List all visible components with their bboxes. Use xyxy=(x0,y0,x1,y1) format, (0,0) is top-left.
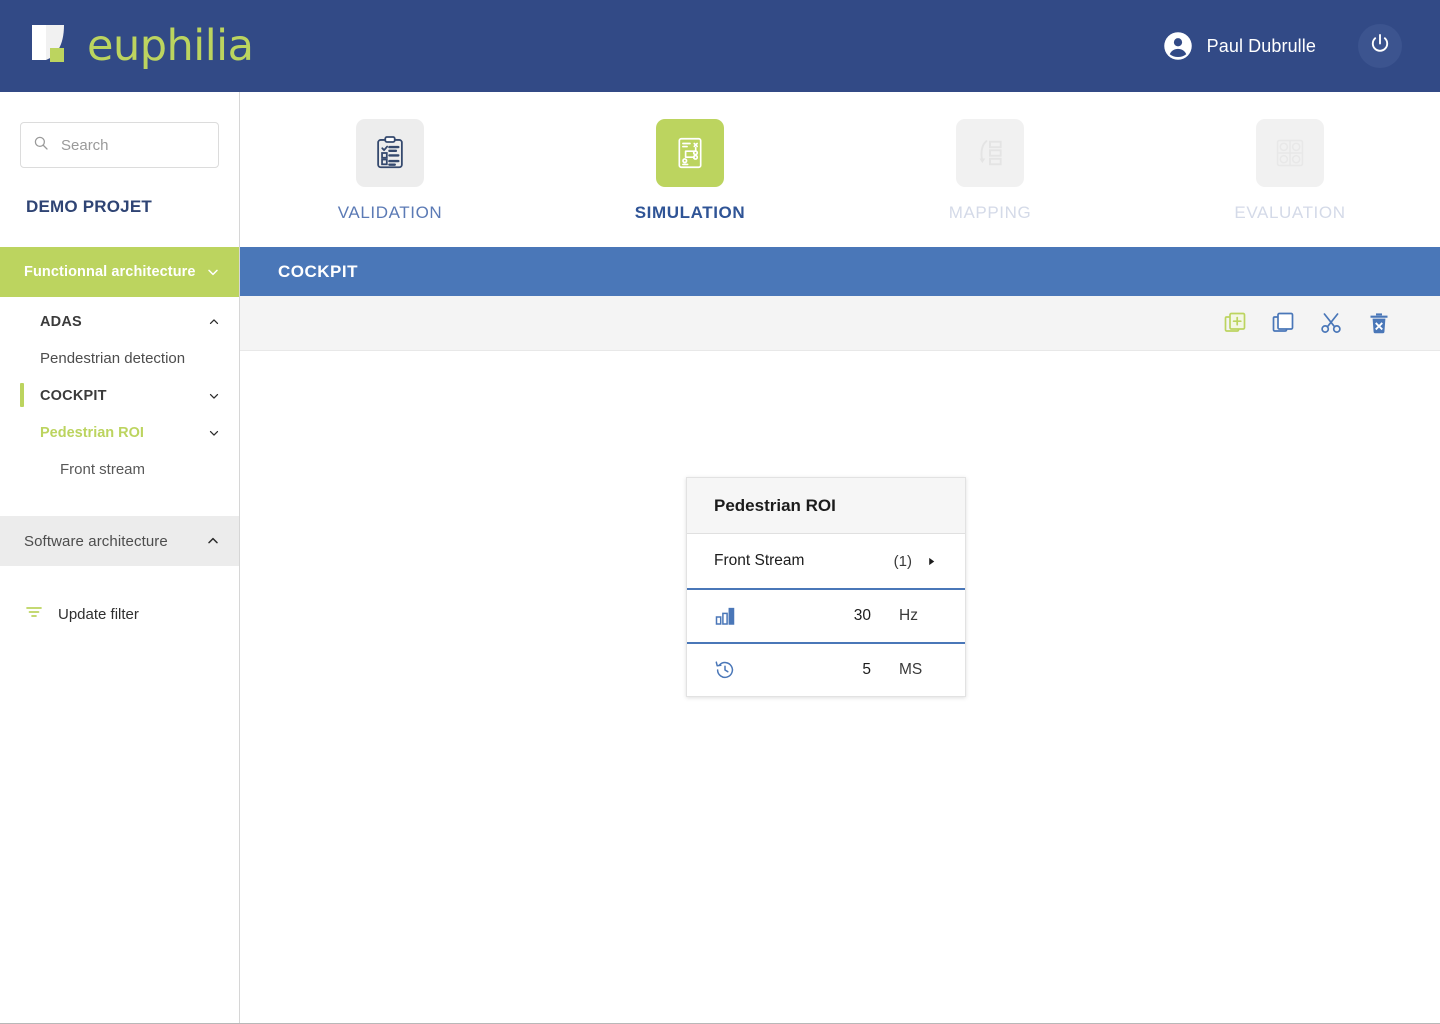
tree-item-label: Front stream xyxy=(60,461,146,478)
mapping-arrow-list-icon xyxy=(956,119,1024,187)
chevron-down-icon[interactable] xyxy=(207,426,221,440)
filter-icon xyxy=(24,602,44,627)
diagram-canvas[interactable]: Pedestrian ROI Front Stream (1) 30 Hz 5 … xyxy=(240,351,1440,1023)
tab-simulation[interactable]: SIMULATION xyxy=(540,119,840,223)
cut-icon[interactable] xyxy=(1318,310,1344,336)
sidebar-tree: ADAS Pendestrian detection COCKPIT Pedes… xyxy=(0,297,239,488)
history-clock-icon xyxy=(714,659,736,681)
flowchart-document-icon xyxy=(656,119,724,187)
main-area: VALIDATION SIMULATION MAPPING EVALUATION… xyxy=(240,92,1440,1023)
tree-item-label: Pedestrian ROI xyxy=(40,424,144,441)
card-row-frequency[interactable]: 30 Hz xyxy=(687,588,965,642)
copy-icon[interactable] xyxy=(1270,310,1296,336)
stream-count: (1) xyxy=(893,552,912,570)
body-row: DEMO PROJET Functionnal architecture ADA… xyxy=(0,92,1440,1023)
tab-label: SIMULATION xyxy=(634,203,746,222)
sidebar-section-functional-architecture[interactable]: Functionnal architecture xyxy=(0,247,239,297)
sidebar-section-label: Software architecture xyxy=(24,532,168,550)
tree-item-label: Pendestrian detection xyxy=(40,350,186,367)
chevron-up-icon xyxy=(205,533,221,549)
evaluation-grid-icon xyxy=(1256,119,1324,187)
latency-value: 5 xyxy=(862,661,871,678)
brand-name: euphilia xyxy=(87,20,254,71)
tree-item-label: COCKPIT xyxy=(40,387,107,404)
tab-evaluation[interactable]: EVALUATION xyxy=(1140,119,1440,223)
app-root: euphilia Paul Dubrulle Search DEMO PROJE… xyxy=(0,0,1440,1024)
chevron-down-icon[interactable] xyxy=(207,389,221,403)
project-title: DEMO PROJET xyxy=(26,197,152,216)
tab-mapping[interactable]: MAPPING xyxy=(840,119,1140,223)
node-card-pedestrian-roi[interactable]: Pedestrian ROI Front Stream (1) 30 Hz 5 … xyxy=(686,477,966,697)
page-title-bar: COCKPIT xyxy=(240,247,1440,296)
bar-chart-icon xyxy=(714,605,736,627)
tab-label: MAPPING xyxy=(948,203,1032,222)
selection-accent-bar xyxy=(20,383,24,407)
add-icon[interactable] xyxy=(1222,310,1248,336)
tab-label: EVALUATION xyxy=(1234,203,1346,222)
sidebar: DEMO PROJET Functionnal architecture ADA… xyxy=(0,92,240,1023)
stream-label: Front Stream xyxy=(714,552,805,569)
tree-item-label: ADAS xyxy=(40,313,82,330)
sidebar-item-pedestrian-roi[interactable]: Pedestrian ROI xyxy=(0,414,239,451)
caret-right-icon[interactable] xyxy=(926,556,937,567)
search-icon xyxy=(33,135,49,156)
sidebar-item-front-stream[interactable]: Front stream xyxy=(0,451,239,488)
power-icon xyxy=(1368,32,1392,61)
sidebar-section-software-architecture[interactable]: Software architecture xyxy=(0,516,239,566)
top-header: euphilia Paul Dubrulle xyxy=(0,0,1440,92)
sidebar-item-pendestrian-detection[interactable]: Pendestrian detection xyxy=(0,340,239,377)
user-menu[interactable]: Paul Dubrulle xyxy=(1163,31,1316,61)
chevron-down-icon xyxy=(205,264,221,280)
clipboard-check-icon xyxy=(356,119,424,187)
card-header: Pedestrian ROI xyxy=(687,478,965,534)
sidebar-item-adas[interactable]: ADAS xyxy=(0,303,239,340)
action-toolbar xyxy=(240,296,1440,351)
tab-validation[interactable]: VALIDATION xyxy=(240,119,540,223)
delete-icon[interactable] xyxy=(1366,310,1392,336)
frequency-unit: Hz xyxy=(899,607,918,624)
card-title: Pedestrian ROI xyxy=(714,495,836,515)
card-row-front-stream[interactable]: Front Stream (1) xyxy=(687,534,965,588)
euphilia-logo-mark-icon xyxy=(26,20,78,72)
brand-logo[interactable]: euphilia xyxy=(26,16,254,76)
search-input[interactable] xyxy=(61,136,206,154)
latency-unit: MS xyxy=(899,661,923,678)
page-title: COCKPIT xyxy=(278,261,358,281)
frequency-value: 30 xyxy=(853,607,871,624)
logout-button[interactable] xyxy=(1358,24,1402,68)
search-box[interactable] xyxy=(20,122,219,168)
chevron-up-icon[interactable] xyxy=(207,315,221,329)
sidebar-section-label: Functionnal architecture xyxy=(24,264,196,280)
user-name-label: Paul Dubrulle xyxy=(1206,35,1316,56)
update-filter-button[interactable]: Update filter xyxy=(24,602,239,627)
header-right-group: Paul Dubrulle xyxy=(1163,24,1402,68)
card-row-latency[interactable]: 5 MS xyxy=(687,642,965,696)
workflow-tabs: VALIDATION SIMULATION MAPPING EVALUATION xyxy=(240,92,1440,247)
account-circle-icon xyxy=(1163,31,1193,61)
tab-label: VALIDATION xyxy=(337,203,443,222)
sidebar-item-cockpit[interactable]: COCKPIT xyxy=(0,377,239,414)
update-filter-label: Update filter xyxy=(58,606,139,623)
